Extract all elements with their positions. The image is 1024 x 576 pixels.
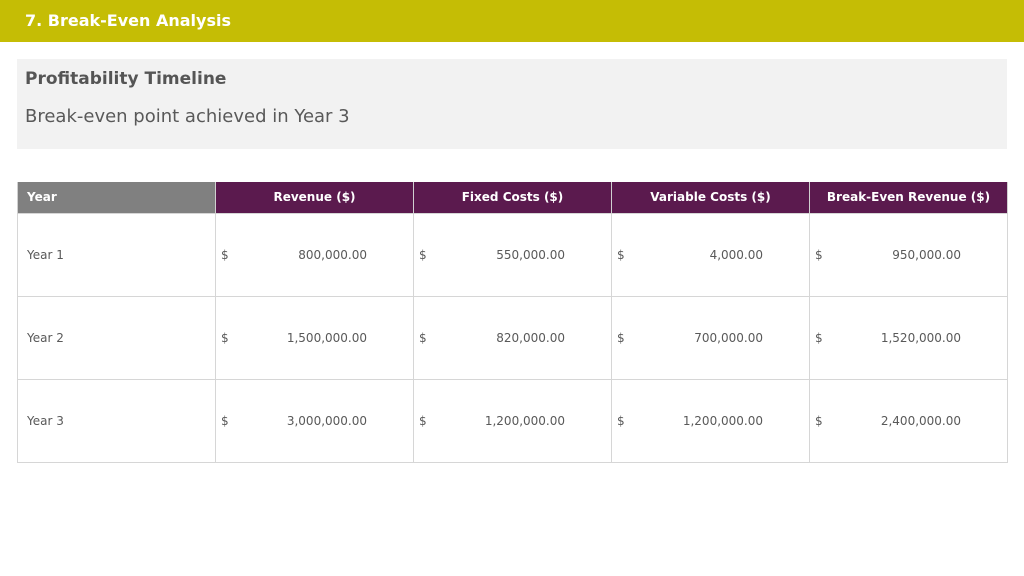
column-header-variable-costs: Variable Costs ($) [611,182,810,213]
fixed-costs-value: 1,200,000.00 [484,413,565,428]
page-title: 7. Break-Even Analysis [25,11,231,30]
column-header-revenue: Revenue ($) [215,182,414,213]
revenue-cell: $1,500,000.00 [215,295,414,380]
table-header-row: Year Revenue ($) Fixed Costs ($) Variabl… [17,182,1008,213]
summary-heading: Profitability Timeline [25,69,227,89]
break-even-revenue-cell: $1,520,000.00 [809,295,1008,380]
fixed-costs-value: 820,000.00 [496,330,565,345]
currency-symbol: $ [815,330,823,345]
currency-symbol: $ [419,247,427,262]
break-even-revenue-value: 1,520,000.00 [880,330,961,345]
variable-costs-cell: $4,000.00 [611,212,810,297]
table-row: Year 3 $3,000,000.00 $1,200,000.00 $1,20… [17,378,1008,463]
revenue-value: 3,000,000.00 [286,413,367,428]
currency-symbol: $ [617,330,625,345]
currency-symbol: $ [815,413,823,428]
currency-symbol: $ [815,247,823,262]
currency-symbol: $ [221,247,229,262]
year-cell: Year 2 [17,295,216,380]
break-even-revenue-value: 2,400,000.00 [880,413,961,428]
column-header-year: Year [17,182,216,213]
revenue-value: 800,000.00 [298,247,367,262]
year-cell: Year 1 [17,212,216,297]
fixed-costs-cell: $550,000.00 [413,212,612,297]
table-row: Year 1 $800,000.00 $550,000.00 $4,000.00… [17,212,1008,297]
fixed-costs-value: 550,000.00 [496,247,565,262]
break-even-revenue-value: 950,000.00 [892,247,961,262]
year-cell: Year 3 [17,378,216,463]
fixed-costs-cell: $1,200,000.00 [413,378,612,463]
summary-subtitle: Break-even point achieved in Year 3 [25,106,350,127]
currency-symbol: $ [221,413,229,428]
variable-costs-cell: $1,200,000.00 [611,378,810,463]
currency-symbol: $ [221,330,229,345]
break-even-revenue-cell: $950,000.00 [809,212,1008,297]
currency-symbol: $ [419,413,427,428]
currency-symbol: $ [617,247,625,262]
title-bar: 7. Break-Even Analysis [0,0,1024,42]
variable-costs-value: 700,000.00 [694,330,763,345]
break-even-table: Year Revenue ($) Fixed Costs ($) Variabl… [17,182,1008,463]
break-even-revenue-cell: $2,400,000.00 [809,378,1008,463]
table-row: Year 2 $1,500,000.00 $820,000.00 $700,00… [17,295,1008,380]
fixed-costs-cell: $820,000.00 [413,295,612,380]
currency-symbol: $ [419,330,427,345]
variable-costs-value: 4,000.00 [709,247,763,262]
variable-costs-cell: $700,000.00 [611,295,810,380]
column-header-break-even-revenue: Break-Even Revenue ($) [809,182,1008,213]
revenue-cell: $800,000.00 [215,212,414,297]
revenue-cell: $3,000,000.00 [215,378,414,463]
column-header-fixed-costs: Fixed Costs ($) [413,182,612,213]
currency-symbol: $ [617,413,625,428]
variable-costs-value: 1,200,000.00 [682,413,763,428]
summary-box: Profitability Timeline Break-even point … [17,59,1007,149]
revenue-value: 1,500,000.00 [286,330,367,345]
